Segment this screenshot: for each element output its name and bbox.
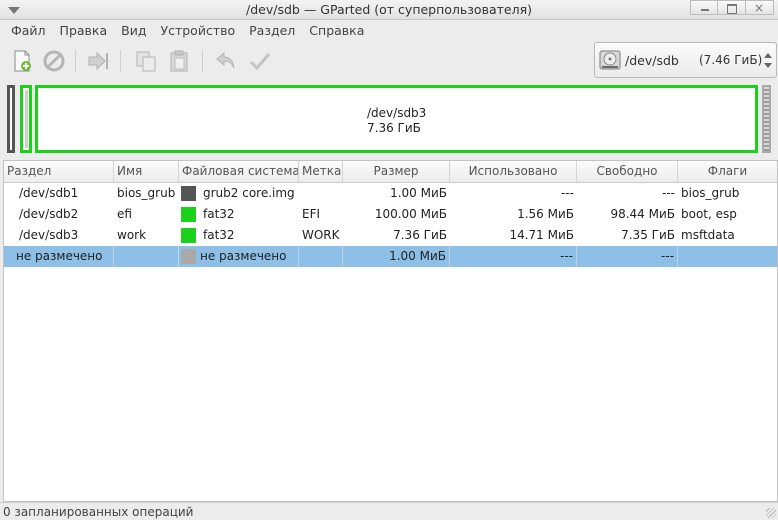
cell-filesystem: не размечено: [179, 246, 299, 267]
apply-icon: [249, 53, 271, 71]
toolbar-separator: [75, 50, 76, 72]
column-size[interactable]: Размер: [343, 161, 450, 183]
cell-label: [299, 246, 343, 267]
table-row[interactable]: /dev/sdb3 work fat32 WORK 7.36 ГиБ 14.71…: [4, 225, 777, 246]
minimize-button[interactable]: [690, 0, 718, 15]
copy-icon: [136, 51, 156, 72]
partition-block-sdb2[interactable]: [20, 85, 32, 153]
cell-filesystem: fat32: [203, 207, 235, 221]
cell-used: 14.71 МиБ: [509, 228, 574, 242]
cell-free: ---: [662, 186, 675, 200]
toolbar-separator: [202, 50, 203, 72]
column-flags[interactable]: Флаги: [678, 161, 777, 183]
filesystem-color-swatch: [181, 186, 196, 201]
resize-grip-icon[interactable]: [766, 508, 776, 518]
new-partition-button[interactable]: [8, 47, 36, 75]
cell-used: 1.56 МиБ: [517, 207, 574, 221]
status-bar: 0 запланированных операций: [0, 502, 778, 520]
table-row-selected[interactable]: не размечено не размечено 1.00 МиБ --- -…: [4, 246, 777, 267]
device-size: (7.46 ГиБ): [699, 53, 763, 67]
paste-icon: [170, 50, 188, 72]
cell-name: bios_grub: [117, 186, 176, 200]
resize-move-button[interactable]: [84, 47, 112, 75]
hard-disk-icon: [599, 50, 621, 70]
menu-file[interactable]: Файл: [4, 20, 53, 42]
partition-block-unallocated[interactable]: [762, 85, 771, 153]
cell-name: [114, 246, 179, 267]
cell-label: EFI: [302, 207, 321, 221]
close-icon: ×: [754, 1, 765, 15]
undo-button[interactable]: [212, 47, 240, 75]
cell-size: 7.36 ГиБ: [393, 228, 447, 242]
column-label[interactable]: Метка: [299, 161, 343, 183]
window-title: /dev/sdb — GParted (от суперпользователя…: [246, 2, 532, 17]
menu-view[interactable]: Вид: [114, 20, 153, 42]
title-bar: /dev/sdb — GParted (от суперпользователя…: [0, 0, 778, 20]
maximize-button[interactable]: [718, 0, 746, 15]
column-free[interactable]: Свободно: [577, 161, 678, 183]
window-controls: ×: [690, 0, 774, 16]
close-button[interactable]: ×: [746, 0, 774, 15]
column-used[interactable]: Использовано: [450, 161, 577, 183]
cell-flags: boot, esp: [681, 207, 737, 221]
cell-label: [299, 183, 343, 204]
cell-partition: /dev/sdb2: [19, 207, 79, 221]
delete-button[interactable]: [40, 47, 68, 75]
column-partition[interactable]: Раздел: [4, 161, 114, 183]
cell-name: efi: [117, 207, 132, 221]
paste-button[interactable]: [165, 47, 193, 75]
delete-icon: [43, 50, 65, 72]
cell-used: ---: [561, 186, 574, 200]
cell-partition: /dev/sdb3: [19, 228, 79, 242]
cell-filesystem: grub2 core.img: [203, 186, 295, 200]
menu-help[interactable]: Справка: [302, 20, 371, 42]
cell-partition: /dev/sdb1: [19, 186, 79, 200]
partition-map: /dev/sdb3 7.36 ГиБ: [0, 80, 778, 158]
cell-name: work: [117, 228, 147, 242]
cell-free: ---: [577, 246, 678, 267]
cell-filesystem: fat32: [203, 228, 235, 242]
cell-free: 98.44 МиБ: [610, 207, 675, 221]
table-header: Раздел Имя Файловая система Метка Размер…: [4, 161, 777, 183]
column-filesystem[interactable]: Файловая система: [179, 161, 299, 183]
menu-partition[interactable]: Раздел: [242, 20, 302, 42]
device-selector[interactable]: /dev/sdb (7.46 ГиБ): [594, 42, 777, 78]
cell-partition: не размечено: [4, 246, 114, 267]
cell-flags: [678, 246, 777, 267]
cell-flags: msftdata: [681, 228, 735, 242]
cell-size: 1.00 МиБ: [343, 246, 450, 267]
toolbar-separator: [120, 50, 121, 72]
menu-device[interactable]: Устройство: [153, 20, 242, 42]
copy-button[interactable]: [132, 47, 160, 75]
table-row[interactable]: /dev/sdb2 efi fat32 EFI 100.00 МиБ 1.56 …: [4, 204, 777, 225]
partition-table: Раздел Имя Файловая система Метка Размер…: [3, 160, 778, 502]
partition-block-name: /dev/sdb3: [367, 106, 427, 120]
column-name[interactable]: Имя: [114, 161, 179, 183]
used-space-bar: [25, 90, 28, 148]
cell-size: 1.00 МиБ: [390, 186, 447, 200]
pending-operations-status: 0 запланированных операций: [3, 505, 194, 519]
table-row[interactable]: /dev/sdb1 bios_grub grub2 core.img 1.00 …: [4, 183, 777, 204]
partition-block-sdb1[interactable]: [7, 85, 15, 153]
resize-move-icon: [88, 51, 108, 71]
cell-free: 7.35 ГиБ: [621, 228, 675, 242]
filesystem-color-swatch: [181, 207, 196, 222]
menu-edit[interactable]: Правка: [53, 20, 115, 42]
chevron-up-down-icon: [764, 51, 772, 71]
filesystem-color-swatch: [181, 228, 196, 243]
cell-size: 100.00 МиБ: [374, 207, 447, 221]
cell-label: WORK: [302, 228, 340, 242]
cell-flags: bios_grub: [681, 186, 740, 200]
new-partition-icon: [14, 50, 31, 72]
undo-icon: [216, 51, 235, 69]
menu-bar: Файл Правка Вид Устройство Раздел Справк…: [0, 20, 778, 42]
partition-block-sdb3[interactable]: /dev/sdb3 7.36 ГиБ: [35, 85, 758, 153]
device-name: /dev/sdb: [625, 53, 679, 68]
cell-used: ---: [450, 246, 577, 267]
partition-block-size: 7.36 ГиБ: [367, 121, 421, 135]
apply-button[interactable]: [246, 47, 274, 75]
